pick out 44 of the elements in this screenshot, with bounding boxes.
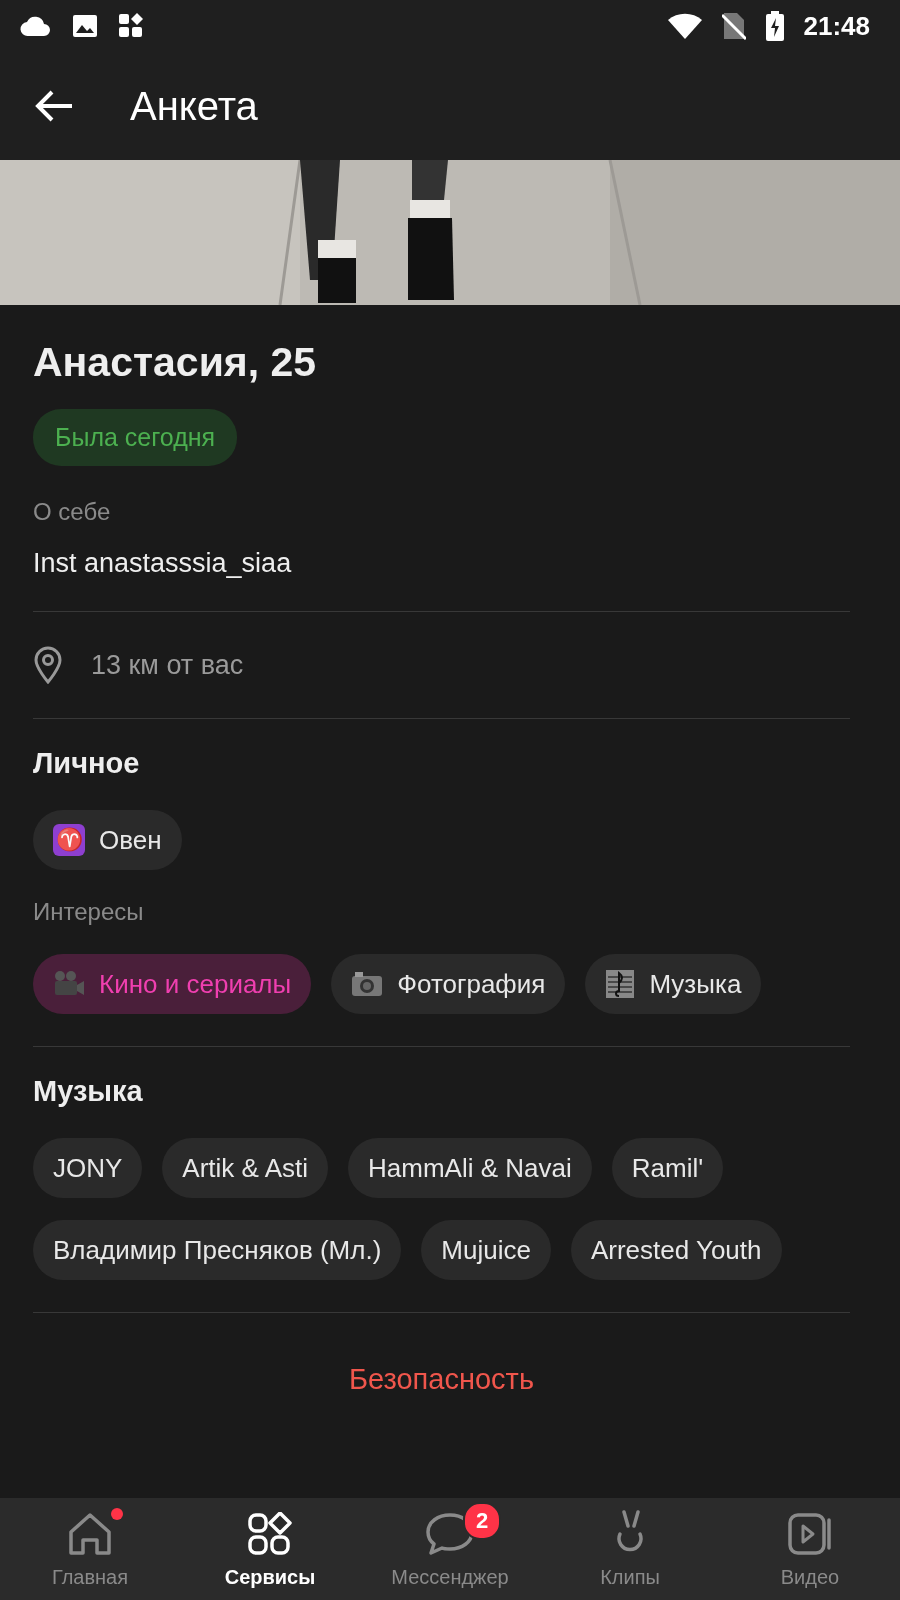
safety-link[interactable]: Безопасность: [33, 1363, 850, 1396]
nav-tab[interactable]: Видео: [720, 1498, 900, 1600]
interest-chip[interactable]: Кино и сериалы: [33, 954, 312, 1014]
back-arrow-icon: [34, 89, 74, 123]
artist-chip[interactable]: JONY: [33, 1138, 143, 1198]
artist-chip[interactable]: Ramil': [611, 1138, 724, 1198]
apps-icon: [118, 13, 144, 39]
online-status-badge: Была сегодня: [33, 409, 238, 466]
about-text: Inst anastasssia_siaa: [33, 548, 293, 579]
camera-icon: [351, 971, 384, 997]
nav-tab[interactable]: 2 Мессенджер: [360, 1498, 540, 1600]
wifi-icon: [667, 13, 702, 39]
battery-charging-icon: [765, 11, 784, 41]
services-icon: [247, 1512, 293, 1556]
clock-time: 21:48: [803, 10, 870, 42]
movie-camera-icon: [53, 970, 85, 998]
profile-name: Анастасия, 25: [33, 338, 318, 387]
section-label: О себе: [33, 498, 112, 526]
nav-tab[interactable]: Сервисы: [180, 1498, 360, 1600]
video-icon: [787, 1512, 833, 1556]
interest-chip[interactable]: Музыка: [585, 954, 762, 1014]
zodiac-icon: ♈: [53, 824, 85, 856]
artist-chip[interactable]: Arrested Youth: [570, 1220, 782, 1280]
artist-chip[interactable]: Владимир Пресняков (Мл.): [33, 1220, 402, 1280]
unread-count-badge: 2: [463, 1502, 501, 1540]
interest-chip[interactable]: Фотография: [331, 954, 566, 1014]
screen-title: Анкета: [130, 83, 258, 129]
section-title: Личное: [33, 747, 141, 780]
back-button[interactable]: [34, 89, 74, 123]
music-score-icon: [605, 969, 636, 999]
artist-chip[interactable]: HammAli & Navai: [348, 1138, 592, 1198]
section-label: Интересы: [33, 898, 145, 926]
nav-tab[interactable]: Главная: [0, 1498, 180, 1600]
no-sim-icon: [721, 12, 746, 40]
location-pin-icon: [33, 646, 63, 684]
tag-chip[interactable]: ♈ Овен: [33, 810, 182, 870]
cloud-icon: [20, 15, 52, 37]
image-icon: [72, 14, 98, 38]
artist-chip[interactable]: Mujuice: [421, 1220, 551, 1280]
artist-chip[interactable]: Artik & Asti: [162, 1138, 329, 1198]
nav-tab[interactable]: Клипы: [540, 1498, 720, 1600]
distance-text: 13 км от вас: [91, 649, 244, 681]
home-icon: [67, 1512, 113, 1556]
section-title: Музыка: [33, 1075, 144, 1108]
